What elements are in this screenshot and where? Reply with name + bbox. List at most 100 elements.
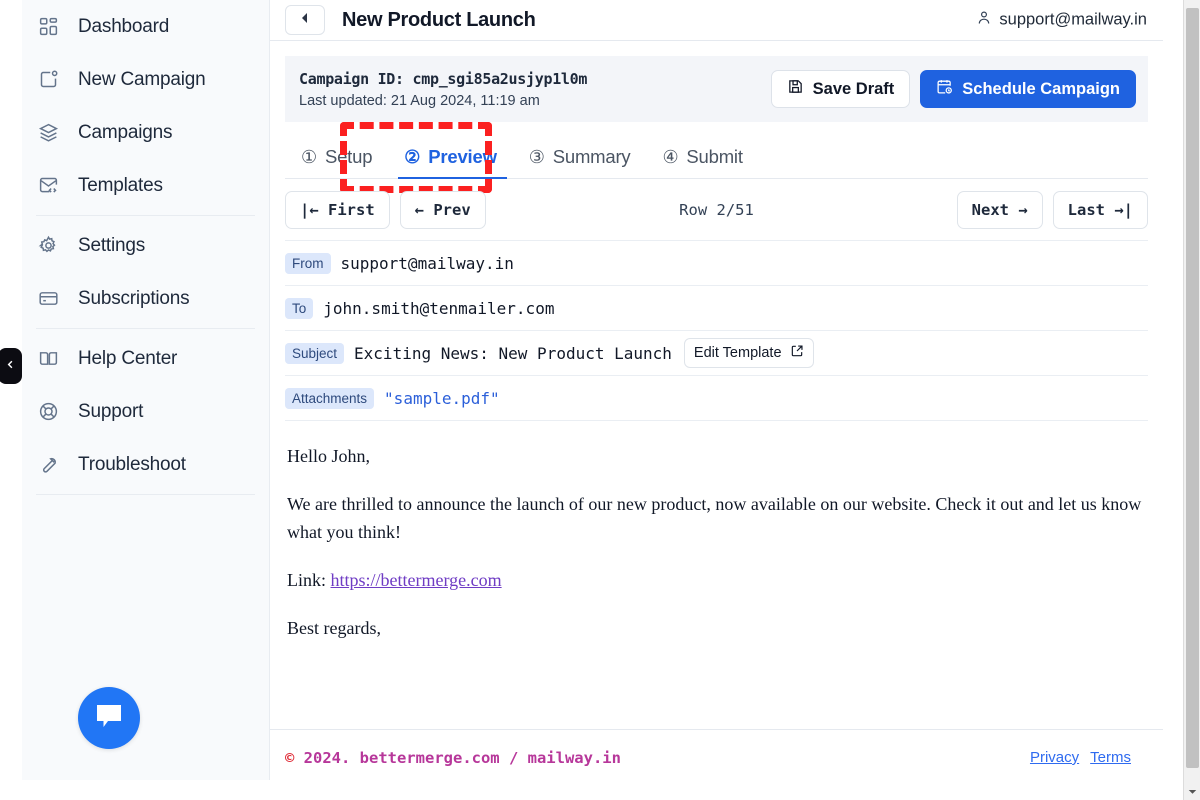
sidebar-item-new-campaign[interactable]: New Campaign bbox=[22, 53, 269, 106]
next-row-button[interactable]: Next → bbox=[957, 191, 1043, 229]
page-scrollbar[interactable] bbox=[1183, 0, 1200, 800]
row-counter: Row 2/51 bbox=[679, 201, 754, 219]
edit-template-button[interactable]: Edit Template bbox=[684, 338, 814, 368]
sidebar-divider bbox=[36, 215, 255, 216]
tab-label: Summary bbox=[553, 146, 631, 168]
scrollbar-down-button[interactable] bbox=[1184, 783, 1200, 800]
email-body-preview: Hello John, We are thrilled to announce … bbox=[285, 421, 1148, 643]
tab-number: ③ bbox=[529, 148, 545, 166]
body-closing: Best regards, bbox=[287, 615, 1146, 643]
campaign-id: Campaign ID: cmp_sgi85a2usjyp1l0m bbox=[299, 70, 587, 88]
pagination-right-group: Next → Last →| bbox=[957, 191, 1148, 229]
schedule-campaign-button[interactable]: Schedule Campaign bbox=[920, 70, 1136, 108]
copyright-label: 2024. bettermerge.com / mailway.in bbox=[294, 749, 621, 767]
wizard-tabs: ① Setup ② Preview ③ Summary ④ Submit bbox=[285, 136, 1148, 179]
sidebar-item-settings[interactable]: Settings bbox=[22, 219, 269, 272]
body-paragraph: We are thrilled to announce the launch o… bbox=[287, 491, 1146, 547]
mail-code-icon bbox=[36, 174, 60, 198]
page-footer: © 2024. bettermerge.com / mailway.in Pri… bbox=[270, 729, 1163, 785]
subject-value: Exciting News: New Product Launch bbox=[354, 344, 672, 363]
new-campaign-icon bbox=[36, 68, 60, 92]
sidebar-item-label: New Campaign bbox=[78, 69, 206, 91]
last-row-button[interactable]: Last →| bbox=[1053, 191, 1148, 229]
chat-support-button[interactable] bbox=[78, 687, 140, 749]
to-value: john.smith@tenmailer.com bbox=[323, 299, 554, 318]
field-chip-label: From bbox=[285, 253, 331, 274]
campaign-info-text: Campaign ID: cmp_sgi85a2usjyp1l0m Last u… bbox=[285, 70, 587, 109]
terms-link[interactable]: Terms bbox=[1090, 749, 1131, 766]
main-content: New Product Launch support@mailway.in Ca… bbox=[270, 0, 1163, 785]
sidebar-item-label: Support bbox=[78, 401, 143, 423]
chat-bubble-icon bbox=[94, 702, 124, 735]
body-link-line: Link: https://bettermerge.com bbox=[287, 567, 1146, 595]
chevron-left-icon bbox=[5, 357, 16, 375]
tab-label: Preview bbox=[428, 146, 497, 168]
tab-number: ① bbox=[301, 148, 317, 166]
edit-template-label: Edit Template bbox=[694, 345, 782, 361]
tab-summary[interactable]: ③ Summary bbox=[513, 135, 647, 178]
row-pagination: |← First ← Prev Row 2/51 Next → Last →| bbox=[285, 179, 1148, 241]
sidebar-item-dashboard[interactable]: Dashboard bbox=[22, 0, 269, 53]
scrollbar-thumb[interactable] bbox=[1186, 8, 1199, 768]
top-bar: New Product Launch support@mailway.in bbox=[270, 0, 1163, 41]
user-icon bbox=[976, 10, 992, 31]
wrench-icon bbox=[36, 453, 60, 477]
sidebar-divider bbox=[36, 328, 255, 329]
lifebuoy-icon bbox=[36, 400, 60, 424]
save-draft-button[interactable]: Save Draft bbox=[771, 70, 911, 108]
tab-preview[interactable]: ② Preview bbox=[388, 135, 512, 178]
save-draft-label: Save Draft bbox=[813, 80, 895, 99]
gear-icon bbox=[36, 234, 60, 258]
email-field-attachments: Attachments "sample.pdf" bbox=[285, 376, 1148, 421]
tab-submit[interactable]: ④ Submit bbox=[646, 135, 758, 178]
floppy-disk-icon bbox=[787, 78, 804, 100]
sidebar-item-label: Subscriptions bbox=[78, 288, 189, 310]
sidebar-item-help-center[interactable]: Help Center bbox=[22, 332, 269, 385]
chevron-left-triangle-icon bbox=[299, 11, 311, 29]
campaign-actions: Save Draft Schedule Campaign bbox=[771, 70, 1136, 108]
calendar-clock-icon bbox=[936, 78, 953, 100]
field-chip-label: Subject bbox=[285, 343, 344, 364]
external-link-icon bbox=[790, 344, 804, 362]
body-link[interactable]: https://bettermerge.com bbox=[331, 570, 502, 590]
tab-label: Submit bbox=[686, 146, 742, 168]
sidebar-item-label: Help Center bbox=[78, 348, 177, 370]
sidebar-item-label: Troubleshoot bbox=[78, 454, 186, 476]
sidebar-nav: Dashboard New Campaign Campaigns bbox=[22, 0, 269, 495]
privacy-link[interactable]: Privacy bbox=[1030, 749, 1079, 766]
from-value: support@mailway.in bbox=[341, 254, 514, 273]
credit-card-icon bbox=[36, 287, 60, 311]
back-button[interactable] bbox=[285, 5, 325, 35]
tab-number: ② bbox=[404, 148, 420, 166]
copyright-text: © 2024. bettermerge.com / mailway.in bbox=[285, 749, 621, 767]
tab-setup[interactable]: ① Setup bbox=[285, 135, 388, 178]
first-row-button[interactable]: |← First bbox=[285, 191, 390, 229]
attachment-value[interactable]: "sample.pdf" bbox=[384, 389, 500, 408]
sidebar-item-label: Settings bbox=[78, 235, 145, 257]
book-open-icon bbox=[36, 347, 60, 371]
field-chip-label: To bbox=[285, 298, 313, 319]
email-field-to: To john.smith@tenmailer.com bbox=[285, 286, 1148, 331]
body-greeting: Hello John, bbox=[287, 443, 1146, 471]
wizard-tabs-wrapper: ① Setup ② Preview ③ Summary ④ Submit bbox=[285, 136, 1148, 179]
sidebar: Dashboard New Campaign Campaigns bbox=[22, 0, 270, 780]
copyright-icon: © bbox=[285, 749, 294, 767]
sidebar-item-subscriptions[interactable]: Subscriptions bbox=[22, 272, 269, 325]
account-menu[interactable]: support@mailway.in bbox=[976, 10, 1147, 31]
app-root: Dashboard New Campaign Campaigns bbox=[0, 0, 1200, 800]
page-title: New Product Launch bbox=[342, 9, 536, 32]
schedule-campaign-label: Schedule Campaign bbox=[962, 80, 1120, 99]
tab-label: Setup bbox=[325, 146, 372, 168]
email-field-from: From support@mailway.in bbox=[285, 241, 1148, 286]
email-field-subject: Subject Exciting News: New Product Launc… bbox=[285, 331, 1148, 376]
sidebar-collapse-toggle[interactable] bbox=[0, 348, 22, 384]
sidebar-item-label: Templates bbox=[78, 175, 163, 197]
prev-row-button[interactable]: ← Prev bbox=[400, 191, 486, 229]
field-chip-label: Attachments bbox=[285, 388, 374, 409]
sidebar-item-support[interactable]: Support bbox=[22, 385, 269, 438]
sidebar-item-troubleshoot[interactable]: Troubleshoot bbox=[22, 438, 269, 491]
sidebar-item-campaigns[interactable]: Campaigns bbox=[22, 106, 269, 159]
last-updated: Last updated: 21 Aug 2024, 11:19 am bbox=[299, 93, 587, 109]
sidebar-item-templates[interactable]: Templates bbox=[22, 159, 269, 212]
body-link-prefix: Link: bbox=[287, 570, 331, 590]
